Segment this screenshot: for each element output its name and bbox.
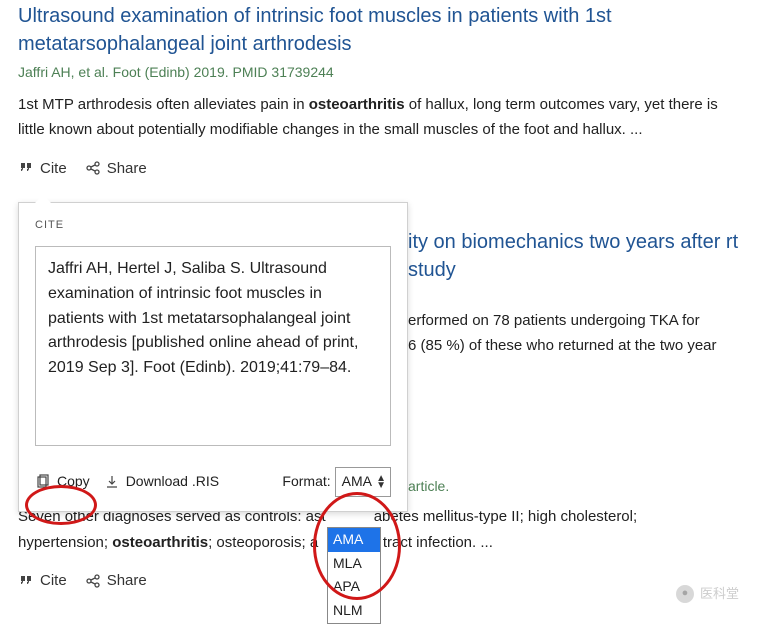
search-result: Ultrasound examination of intrinsic foot… [18,2,739,180]
popup-title: CITE [35,217,391,234]
watermark: ● 医科堂 [676,584,739,604]
article-title-link[interactable]: Ultrasound examination of intrinsic foot… [18,2,739,58]
article-citation: Jaffri AH, et al. Foot (Edinb) 2019. PMI… [18,62,739,84]
article-actions: Cite Share [18,157,739,180]
format-option[interactable]: MLA [328,552,380,576]
popup-actions: Copy Download .RIS Format: AMA ▲▼ [35,467,391,497]
format-select[interactable]: AMA ▲▼ [335,467,391,497]
format-control: Format: AMA ▲▼ [282,467,391,497]
wechat-icon: ● [676,585,694,603]
cite-button[interactable]: Cite [18,157,67,180]
copy-button[interactable]: Copy [35,471,90,493]
quote-icon [18,573,34,589]
download-ris-button[interactable]: Download .RIS [104,471,219,493]
download-icon [104,474,120,490]
article-snippet: 1st MTP arthrodesis often alleviates pai… [18,92,739,143]
share-icon [85,573,101,589]
share-button[interactable]: Share [85,157,147,180]
cite-button[interactable]: Cite [18,569,67,592]
quote-icon [18,160,34,176]
cite-popup: CITE Copy Download .RIS Format: AMA ▲▼ [18,202,408,512]
share-icon [85,160,101,176]
sort-arrows-icon: ▲▼ [376,475,386,489]
share-button[interactable]: Share [85,569,147,592]
format-option[interactable]: AMA [328,528,380,552]
citation-textarea[interactable] [35,246,391,446]
format-option[interactable]: APA [328,575,380,599]
format-dropdown-list[interactable]: AMA MLA APA NLM [327,527,381,624]
format-label: Format: [282,471,330,493]
format-option[interactable]: NLM [328,599,380,623]
copy-icon [35,474,51,490]
